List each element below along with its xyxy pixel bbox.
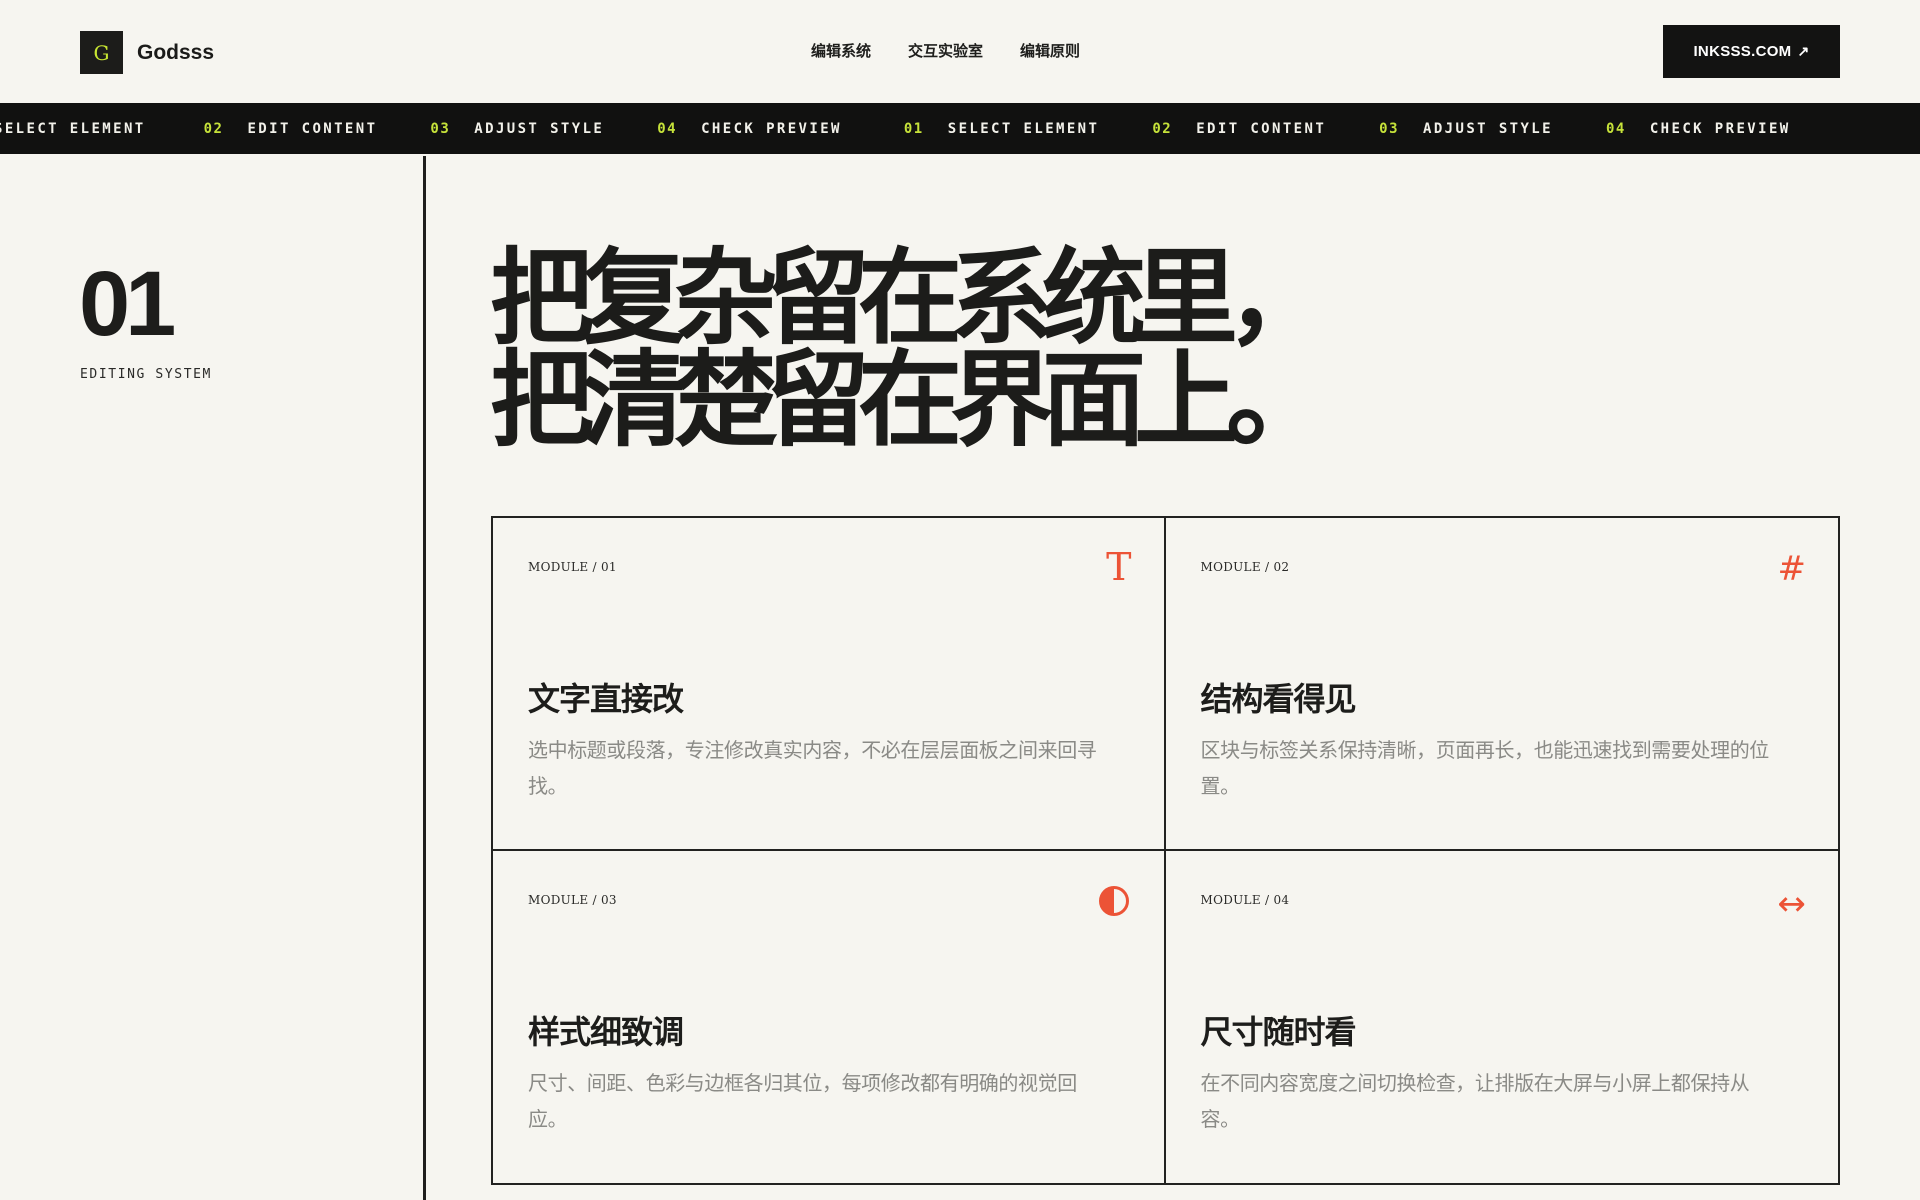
vertical-divider [423, 156, 426, 1200]
ticker-label: EDIT CONTENT [1196, 120, 1327, 137]
ticker-label: EDIT CONTENT [247, 120, 378, 137]
nav-link-editing-principles[interactable]: 编辑原则 [1020, 40, 1080, 61]
ticker-item: 02 EDIT CONTENT [204, 121, 378, 137]
module-description: 选中标题或段落，专注修改真实内容，不必在层层面板之间来回寻找。 [528, 738, 1097, 798]
ticker-label: CHECK PREVIEW [701, 120, 842, 137]
ticker-item: 01 SELECT ELEMENT [904, 121, 1099, 137]
ticker-item: 03 ADJUST STYLE [1379, 121, 1553, 137]
ticker-item: 04 CHECK PREVIEW [1606, 121, 1791, 137]
module-description: 区块与标签关系保持清晰，页面再长，也能迅速找到需要处理的位置。 [1200, 738, 1770, 798]
ticker-number: 01 [903, 120, 924, 137]
ticker-label: ADJUST STYLE [1423, 120, 1553, 137]
ticker-number: 02 [203, 120, 224, 137]
section-number: 01 [79, 253, 176, 355]
contrast-icon [1098, 885, 1130, 923]
module-tag: MODULE / 03 [528, 892, 617, 907]
module-description: 在不同内容宽度之间切换检查，让排版在大屏与小屏上都保持从容。 [1200, 1070, 1750, 1131]
ticker-number: 04 [1605, 120, 1626, 137]
cta-label: INKSSS.COM [1693, 43, 1792, 60]
module-description: 尺寸、间距、色彩与边框各归其位，每项修改都有明确的视觉回应。 [528, 1070, 1077, 1131]
ticker-item: 02 EDIT CONTENT [1152, 121, 1326, 137]
ticker-item: SELECT ELEMENT [0, 121, 146, 137]
resize-horizontal-icon: ↔ [1777, 883, 1807, 924]
ticker-item: 03 ADJUST STYLE [430, 121, 604, 137]
section-label: EDITING SYSTEM [80, 367, 212, 382]
module-tag: MODULE / 01 [528, 560, 617, 574]
module-title: 尺寸随时看 [1200, 1012, 1357, 1051]
module-card-size[interactable]: MODULE / 04 ↔ 尺寸随时看 在不同内容宽度之间切换检查，让排版在大屏… [1166, 851, 1839, 1184]
ticker-number: 04 [657, 120, 678, 137]
module-card-style[interactable]: MODULE / 03 样式细致调 尺寸、间距、色彩与边框各归其位，每项修改都有… [493, 850, 1166, 1183]
ticker-number: 03 [430, 120, 451, 137]
module-tag: MODULE / 04 [1200, 892, 1290, 907]
module-title: 样式细致调 [528, 1012, 684, 1051]
site-header: G Godsss 编辑系统 交互实验室 编辑原则 INKSSS.COM ↗ [0, 0, 1920, 103]
module-grid: MODULE / 01 T 文字直接改 选中标题或段落，专注修改真实内容，不必在… [491, 516, 1840, 1185]
ticker-item: 04 CHECK PREVIEW [657, 121, 842, 137]
module-card-text[interactable]: MODULE / 01 T 文字直接改 选中标题或段落，专注修改真实内容，不必在… [493, 518, 1166, 851]
nav-link-interaction-lab[interactable]: 交互实验室 [908, 40, 983, 61]
brand-name[interactable]: Godsss [137, 41, 214, 65]
headline-line-2: 把清楚留在界面上。 [490, 339, 1330, 461]
hash-icon: # [1777, 549, 1807, 589]
module-title: 文字直接改 [528, 680, 684, 718]
ticker-label: SELECT ELEMENT [947, 120, 1100, 137]
nav-link-editing-system[interactable]: 编辑系统 [811, 40, 871, 61]
module-card-structure[interactable]: MODULE / 02 # 结构看得见 区块与标签关系保持清晰，页面再长，也能迅… [1165, 518, 1838, 851]
main-nav: 编辑系统 交互实验室 编辑原则 [811, 40, 1117, 61]
ticker-label: SELECT ELEMENT [0, 120, 146, 137]
brand-logo[interactable]: G [80, 31, 123, 74]
ticker-label: ADJUST STYLE [474, 120, 605, 137]
steps-ticker: SELECT ELEMENT 02 EDIT CONTENT 03 ADJUST… [0, 103, 1920, 154]
ticker-label: CHECK PREVIEW [1649, 120, 1791, 137]
page-headline: 把复杂留在系统里， 把清楚留在界面上。 [490, 246, 1330, 452]
ticker-track: SELECT ELEMENT 02 EDIT CONTENT 03 ADJUST… [0, 103, 1844, 154]
inksss-link-button[interactable]: INKSSS.COM ↗ [1663, 25, 1840, 78]
ticker-number: 02 [1152, 120, 1173, 137]
brand[interactable]: G Godsss [80, 31, 214, 74]
ticker-number: 03 [1379, 120, 1400, 137]
arrow-up-right-icon: ↗ [1797, 43, 1810, 59]
module-title: 结构看得见 [1200, 680, 1357, 718]
text-icon: T [1106, 545, 1132, 589]
module-tag: MODULE / 02 [1200, 560, 1290, 574]
